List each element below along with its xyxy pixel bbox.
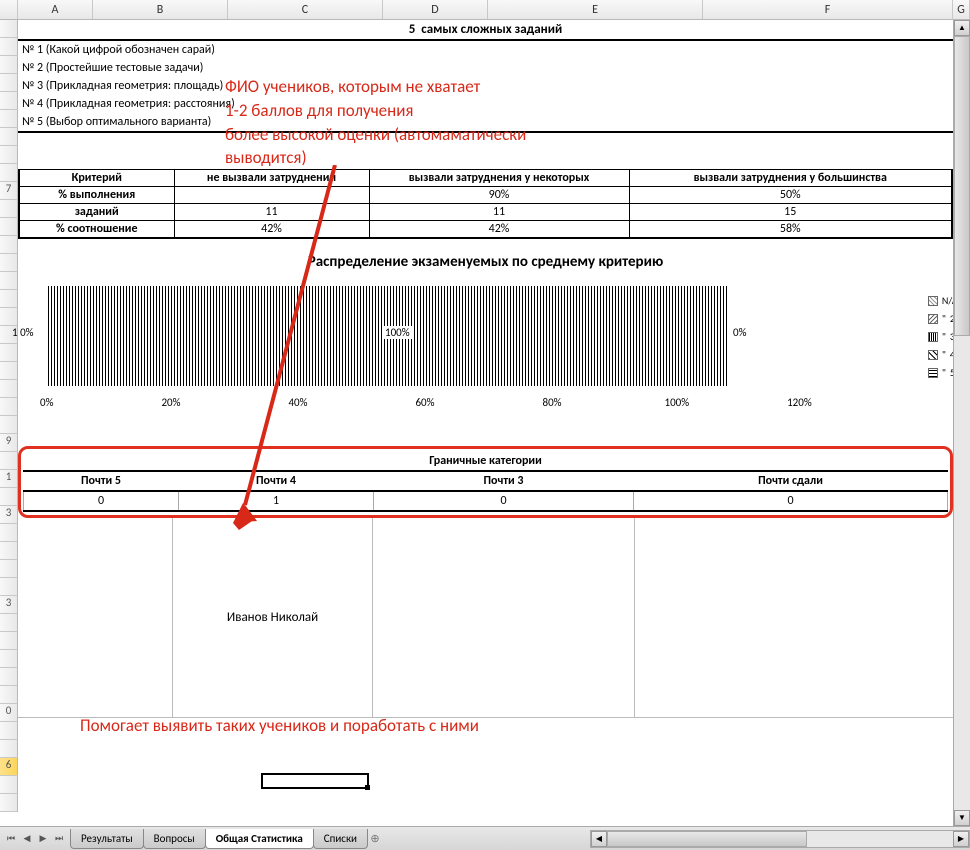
select-all-corner[interactable] <box>0 0 18 19</box>
crit-cell[interactable] <box>174 187 369 204</box>
crit-cell[interactable]: 42% <box>174 221 369 239</box>
horizontal-scrollbar[interactable]: ◀ ▶ <box>590 830 970 848</box>
sheet-tab[interactable]: Вопросы <box>143 829 206 849</box>
crit-cell[interactable]: 50% <box>629 187 952 204</box>
section-title: 5 самых сложных заданий <box>18 20 953 41</box>
names-cell[interactable] <box>635 518 953 718</box>
tasks-list: № 1 (Какой цифрой обозначен сарай) № 2 (… <box>18 41 953 133</box>
crit-header[interactable]: вызвали затруднения у некоторых <box>369 170 629 187</box>
border-header[interactable]: Почти 5 <box>24 472 179 491</box>
crit-cell[interactable]: 90% <box>369 187 629 204</box>
sheet-tab-active[interactable]: Общая Статистика <box>205 829 314 849</box>
border-header[interactable]: Почти сдали <box>634 472 948 491</box>
crit-cell[interactable]: 15 <box>629 204 952 221</box>
tab-last-icon[interactable]: ⏭ <box>52 832 66 846</box>
sheet-tabs-bar: ⏮ ◀ ▶ ⏭ Результаты Вопросы Общая Статист… <box>0 826 970 850</box>
crit-cell[interactable]: 58% <box>629 221 952 239</box>
crit-header[interactable]: не вызвали затруднений <box>174 170 369 187</box>
new-sheet-icon[interactable]: ⊕ <box>367 832 383 845</box>
scroll-right-button[interactable]: ▶ <box>953 831 969 847</box>
column-headers: A B C D E F G <box>0 0 970 20</box>
task-item: № 1 (Какой цифрой обозначен сарай) <box>18 41 953 59</box>
border-value[interactable]: 0 <box>374 491 634 511</box>
data-label: 100% <box>383 326 412 339</box>
scroll-thumb[interactable] <box>954 36 970 336</box>
names-cell[interactable] <box>18 518 173 718</box>
sheet-tab[interactable]: Списки <box>313 829 368 849</box>
task-item: № 2 (Простейшие тестовые задачи) <box>18 59 953 77</box>
sheet-tab[interactable]: Результаты <box>70 829 144 849</box>
scroll-left-button[interactable]: ◀ <box>591 831 607 847</box>
y-axis-label: 1 0% <box>12 326 34 339</box>
crit-row-label[interactable]: % соотношение <box>19 221 174 239</box>
border-cat-title: Граничные категории <box>23 452 948 472</box>
col-header-G[interactable]: G <box>953 0 970 19</box>
scroll-down-button[interactable]: ▼ <box>954 810 970 826</box>
border-header[interactable]: Почти 4 <box>179 472 374 491</box>
border-header[interactable]: Почти 3 <box>374 472 634 491</box>
crit-header[interactable]: Критерий <box>19 170 174 187</box>
crit-cell[interactable]: 42% <box>369 221 629 239</box>
criteria-table[interactable]: Критерий не вызвали затруднений вызвали … <box>18 169 953 239</box>
scroll-up-button[interactable]: ▲ <box>954 20 970 36</box>
crit-cell[interactable]: 11 <box>174 204 369 221</box>
crit-row-label[interactable]: % выполнения <box>19 187 174 204</box>
col-header-D[interactable]: D <box>383 0 488 19</box>
tab-nav: ⏮ ◀ ▶ ⏭ <box>0 832 70 846</box>
border-value[interactable]: 0 <box>24 491 179 511</box>
tab-next-icon[interactable]: ▶ <box>36 832 50 846</box>
crit-row-label[interactable]: заданий <box>19 204 174 221</box>
chart-area[interactable]: Распределение экзаменуемых по среднему к… <box>18 253 953 428</box>
active-cell[interactable] <box>261 773 369 789</box>
x-axis: 0% 20% 40% 60% 80% 100% 120% <box>18 396 953 409</box>
col-header-E[interactable]: E <box>488 0 703 19</box>
chart-title: Распределение экзаменуемых по среднему к… <box>18 253 953 271</box>
crit-header[interactable]: вызвали затруднения у большинства <box>629 170 952 187</box>
col-header-F[interactable]: F <box>703 0 953 19</box>
vertical-scrollbar[interactable]: ▲ ▼ <box>953 20 970 826</box>
border-value[interactable]: 0 <box>634 491 948 511</box>
border-cat-table[interactable]: Почти 5 Почти 4 Почти 3 Почти сдали 0 1 … <box>23 472 948 512</box>
col-header-B[interactable]: B <box>93 0 228 19</box>
task-item: № 5 (Выбор оптимального варианта) <box>18 113 953 131</box>
fill-handle[interactable] <box>365 785 370 790</box>
data-label: 0% <box>733 326 746 339</box>
annotation-text-2: Помогает выявить таких учеников и порабо… <box>80 715 479 736</box>
scroll-thumb-h[interactable] <box>607 831 807 847</box>
task-item: № 3 (Прикладная геометрия: площадь) <box>18 77 953 95</box>
names-cell[interactable] <box>373 518 635 718</box>
names-cell[interactable]: Иванов Николай <box>173 518 373 718</box>
names-row: Иванов Николай <box>18 518 953 718</box>
tab-prev-icon[interactable]: ◀ <box>20 832 34 846</box>
col-header-A[interactable]: A <box>18 0 93 19</box>
col-header-C[interactable]: C <box>228 0 383 19</box>
task-item: № 4 (Прикладная геометрия: расстояния) <box>18 95 953 113</box>
tab-first-icon[interactable]: ⏮ <box>4 832 18 846</box>
highlight-box: Граничные категории Почти 5 Почти 4 Почт… <box>18 446 953 518</box>
crit-cell[interactable]: 11 <box>369 204 629 221</box>
border-value[interactable]: 1 <box>179 491 374 511</box>
